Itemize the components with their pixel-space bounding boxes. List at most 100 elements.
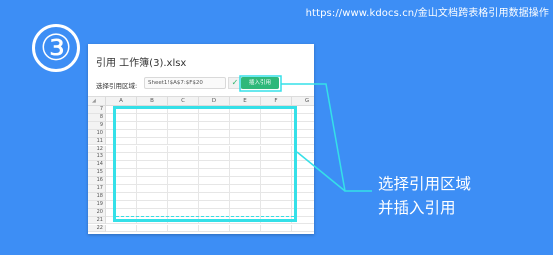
grid-cell[interactable] [292,138,314,146]
grid-cell[interactable] [137,153,168,162]
grid-cell[interactable] [199,153,230,162]
column-header[interactable]: C [168,97,199,106]
grid-cell[interactable] [106,185,137,193]
grid-cell[interactable] [261,161,292,170]
grid-cell[interactable] [168,224,199,233]
row-header[interactable]: 16 [88,177,106,185]
grid-cell[interactable] [137,169,168,178]
grid-cell[interactable] [106,200,137,209]
grid-cell[interactable] [199,200,230,209]
grid-cell[interactable] [168,161,199,170]
grid-cell[interactable] [199,161,230,170]
grid-cell[interactable] [106,145,137,154]
grid-cell[interactable] [292,114,314,122]
grid-cell[interactable] [292,153,314,162]
grid-cell[interactable] [199,216,230,225]
grid-cell[interactable] [199,129,230,138]
grid-cell[interactable] [168,185,199,193]
grid-cell[interactable] [261,177,292,185]
grid-cell[interactable] [199,177,230,185]
grid-cell[interactable] [292,130,314,138]
column-header[interactable]: F [261,97,292,106]
grid-cell[interactable] [137,145,168,154]
grid-cell[interactable] [261,153,292,162]
grid-cell[interactable] [106,169,137,178]
grid-cell[interactable] [261,145,292,154]
grid-cell[interactable] [168,177,199,185]
grid-cell[interactable] [292,122,314,130]
grid-cell[interactable] [106,113,137,122]
row-header[interactable]: 9 [88,121,106,130]
grid-cell[interactable] [199,145,230,154]
grid-cell[interactable] [199,185,230,193]
grid-cell[interactable] [137,106,168,114]
grid-cell[interactable] [261,129,292,138]
grid-cell[interactable] [168,200,199,209]
grid-cell[interactable] [292,225,314,233]
grid-cell[interactable] [199,137,230,146]
grid-cell[interactable] [292,217,314,225]
row-header[interactable]: 18 [88,192,106,201]
column-header[interactable]: G [292,97,314,106]
grid-cell[interactable] [292,193,314,201]
grid-cell[interactable] [230,169,261,178]
grid-cell[interactable] [199,192,230,201]
grid-cell[interactable] [261,137,292,146]
row-header[interactable]: 19 [88,200,106,209]
row-header[interactable]: 22 [88,224,106,233]
grid-cell[interactable] [230,153,261,162]
grid-cell[interactable] [137,121,168,130]
grid-cell[interactable] [106,216,137,225]
grid-cell[interactable] [199,121,230,130]
grid-cell[interactable] [292,169,314,178]
grid-cell[interactable] [168,129,199,138]
grid-cell[interactable] [261,169,292,178]
grid-cell[interactable] [137,192,168,201]
grid-cell[interactable] [230,192,261,201]
grid-cell[interactable] [137,185,168,193]
range-input[interactable]: Sheet1!$A$7:$F$20 [144,77,226,89]
grid-cell[interactable] [292,161,314,170]
column-header[interactable]: A [106,97,137,106]
grid-cell[interactable] [106,137,137,146]
grid-cell[interactable] [168,192,199,201]
grid-cell[interactable] [230,129,261,138]
row-header[interactable]: 10 [88,129,106,138]
row-header[interactable]: 21 [88,216,106,225]
grid-cell[interactable] [199,113,230,122]
grid-cell[interactable] [106,161,137,170]
grid-cell[interactable] [199,106,230,114]
row-header[interactable]: 7 [88,106,106,114]
column-header[interactable]: E [230,97,261,106]
grid-cell[interactable] [261,106,292,114]
grid-cell[interactable] [168,216,199,225]
column-header[interactable]: B [137,97,168,106]
grid-cell[interactable] [137,224,168,233]
grid-cell[interactable] [106,153,137,162]
grid-cell[interactable] [168,169,199,178]
grid-cell[interactable] [261,216,292,225]
grid-cell[interactable] [230,137,261,146]
grid-cell[interactable] [106,129,137,138]
grid-cell[interactable] [230,177,261,185]
grid-cell[interactable] [199,224,230,233]
grid-cell[interactable] [137,113,168,122]
grid-cell[interactable] [261,121,292,130]
grid-cell[interactable] [168,106,199,114]
select-all-corner[interactable]: ◢ [88,97,106,106]
row-header[interactable]: 13 [88,153,106,162]
grid-cell[interactable] [106,121,137,130]
row-header[interactable]: 17 [88,185,106,193]
grid-cell[interactable] [168,153,199,162]
grid-cell[interactable] [230,161,261,170]
grid-cell[interactable] [137,129,168,138]
grid-cell[interactable] [137,137,168,146]
grid-cell[interactable] [137,161,168,170]
row-header[interactable]: 20 [88,208,106,217]
grid-cell[interactable] [230,224,261,233]
row-header[interactable]: 12 [88,145,106,154]
grid-cell[interactable] [106,177,137,185]
grid-cell[interactable] [292,185,314,193]
grid-cell[interactable] [261,192,292,201]
grid-cell[interactable] [292,209,314,217]
